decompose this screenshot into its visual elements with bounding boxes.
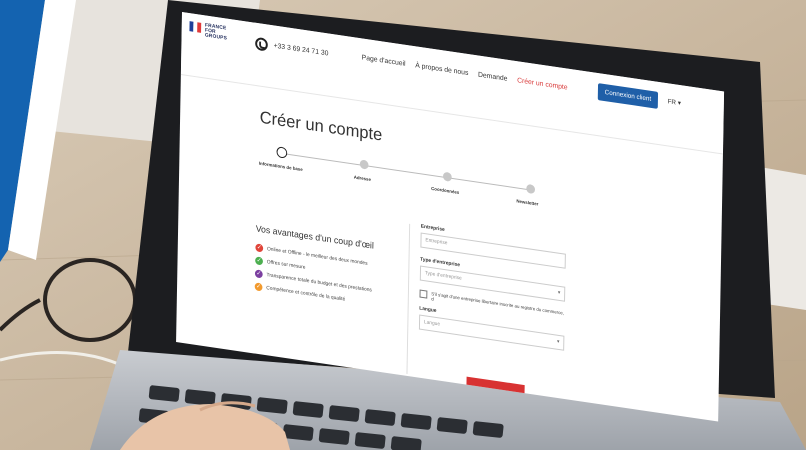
steps-line bbox=[282, 153, 535, 191]
step-1-dot bbox=[276, 146, 288, 159]
registered-company-checkbox[interactable] bbox=[419, 289, 428, 299]
nav-about[interactable]: À propos de nous bbox=[415, 62, 468, 77]
client-login-button[interactable]: Connexion client bbox=[597, 83, 659, 109]
language-selector[interactable]: FR ▾ bbox=[668, 97, 681, 107]
site-logo[interactable]: FRANCE FOR GROUPS bbox=[189, 21, 227, 42]
check-icon: ✓ bbox=[254, 269, 263, 279]
phone-contact[interactable]: +33 3 69 24 71 30 bbox=[255, 36, 329, 61]
page-title: Créer un compte bbox=[259, 107, 383, 145]
step-1-label: Informations de base bbox=[258, 160, 303, 173]
logo-text: FRANCE FOR GROUPS bbox=[204, 22, 228, 42]
phone-number: +33 3 69 24 71 30 bbox=[273, 42, 329, 58]
check-icon: ✓ bbox=[255, 243, 264, 253]
nav-home[interactable]: Page d'accueil bbox=[362, 54, 406, 67]
step-4-label: Newsletter bbox=[516, 198, 539, 207]
column-divider bbox=[406, 223, 411, 374]
check-icon: ✓ bbox=[255, 256, 263, 266]
step-2-dot bbox=[359, 159, 369, 170]
progress-steps: Informations de base Adresse Coordonnées… bbox=[258, 144, 539, 225]
step-4-dot bbox=[526, 183, 536, 195]
step-3-label: Coordonnées bbox=[431, 185, 460, 196]
nav-create-account[interactable]: Créer un compte bbox=[517, 77, 568, 91]
nav-request[interactable]: Demande bbox=[478, 71, 508, 82]
chevron-down-icon: ▾ bbox=[556, 338, 560, 346]
chevron-down-icon: ▾ bbox=[557, 289, 561, 297]
advantages-list: ✓ Online et Offline - le meilleur des deu… bbox=[254, 243, 373, 312]
flag-icon bbox=[189, 21, 202, 33]
step-3-dot bbox=[442, 171, 452, 182]
account-form: Entreprise Entreprise Type d'entreprise … bbox=[418, 224, 566, 360]
phone-icon bbox=[255, 36, 268, 52]
check-icon: ✓ bbox=[254, 282, 263, 292]
step-2-label: Adresse bbox=[353, 174, 371, 183]
